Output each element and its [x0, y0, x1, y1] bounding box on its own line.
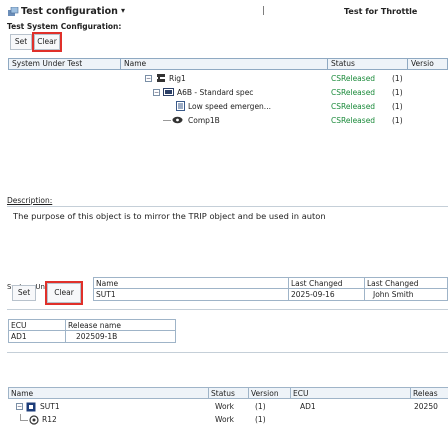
column-header-version[interactable]: Versio — [408, 58, 448, 70]
tree-row[interactable]: − Rig1 CSReleased (1) — [8, 72, 448, 85]
sut-set-button[interactable]: Set — [12, 285, 36, 301]
column-header-system-under-test[interactable]: System Under Test — [8, 58, 121, 70]
row-version: (1) — [255, 402, 266, 411]
table-row[interactable]: − SUT1 Work (1) AD1 20250 — [8, 401, 448, 413]
row-name: R12 — [42, 415, 57, 424]
tree-row[interactable]: Low speed emergen... CSReleased (1) — [8, 100, 448, 113]
sut-name-cell[interactable]: SUT1 — [93, 289, 289, 301]
ecu-rule — [7, 352, 448, 353]
bottom-table: Name Status Version ECU Releas − SUT1 Wo… — [8, 387, 448, 437]
app-header: Test configuration ▾ | Test for Throttle — [8, 6, 444, 20]
header-divider: | — [262, 6, 266, 16]
sut-user-cell: John Smith — [365, 289, 448, 301]
rig-icon — [156, 73, 166, 85]
column-header-release[interactable]: Releas — [411, 387, 448, 399]
description-label: Description: — [7, 196, 53, 205]
row-name: Comp1B — [188, 116, 220, 125]
sut-table: Name Last Changed Last Changed SUT1 2025… — [93, 277, 448, 305]
collapse-toggle[interactable]: − — [16, 403, 23, 410]
row-status: CSReleased — [331, 116, 376, 125]
table-row[interactable]: R12 Work (1) — [8, 414, 448, 426]
tree-connector — [20, 420, 28, 421]
column-header-ecu[interactable]: ECU — [8, 319, 66, 331]
row-version: (1) — [392, 102, 403, 111]
row-release: 20250 — [414, 402, 438, 411]
column-header-last-changed[interactable]: Last Changed — [289, 277, 365, 289]
row-ecu: AD1 — [300, 402, 316, 411]
column-header-last-changed-by[interactable]: Last Changed — [365, 277, 448, 289]
column-header-name[interactable]: Name — [121, 58, 328, 70]
system-config-clear-button[interactable]: Clear — [32, 32, 62, 52]
row-status: CSReleased — [331, 88, 376, 97]
collapse-toggle[interactable]: − — [145, 75, 152, 82]
collapse-toggle[interactable]: − — [153, 89, 160, 96]
system-config-set-button[interactable]: Set — [10, 34, 32, 50]
release-cell: 202509-1B — [66, 331, 176, 343]
row-name: Low speed emergen... — [188, 102, 271, 111]
column-header-name[interactable]: Name — [93, 277, 289, 289]
row-version: (1) — [392, 116, 403, 125]
description-text: The purpose of this object is to mirror … — [13, 211, 326, 221]
sut-clear-button[interactable]: Clear — [45, 281, 83, 305]
row-name: Rig1 — [169, 74, 186, 83]
row-version: (1) — [255, 415, 266, 424]
tree-connector — [163, 120, 171, 121]
column-header-status[interactable]: Status — [328, 58, 408, 70]
column-header-name[interactable]: Name — [8, 387, 209, 399]
row-status: Work — [215, 402, 234, 411]
tree-row[interactable]: Comp1B CSReleased (1) — [8, 114, 448, 127]
row-version: (1) — [392, 74, 403, 83]
column-header-release-name[interactable]: Release name — [66, 319, 176, 331]
tree-table: System Under Test Name Status Versio − R… — [8, 58, 448, 188]
sut-date-cell: 2025-09-16 — [289, 289, 365, 301]
column-header-version[interactable]: Version — [249, 387, 291, 399]
row-name: SUT1 — [40, 402, 60, 411]
ecu-cell[interactable]: AD1 — [8, 331, 66, 343]
gear-icon — [29, 415, 39, 427]
row-status: Work — [215, 415, 234, 424]
tree-row[interactable]: − A6B - Standard spec CSReleased (1) — [8, 86, 448, 99]
column-header-status[interactable]: Status — [209, 387, 249, 399]
chevron-down-icon[interactable]: ▾ — [121, 6, 125, 15]
component-icon — [172, 116, 183, 126]
description-rule — [7, 206, 448, 207]
system-config-label: Test System Configuration: — [7, 22, 122, 31]
right-title: Test for Throttle — [344, 7, 418, 16]
spec-icon — [163, 88, 174, 98]
test-configuration-icon — [8, 6, 19, 19]
column-header-ecu[interactable]: ECU — [291, 387, 411, 399]
ecu-table: ECU Release name AD1 202509-1B — [8, 319, 176, 345]
row-version: (1) — [392, 88, 403, 97]
row-status: CSReleased — [331, 74, 376, 83]
page-title[interactable]: Test configuration — [21, 6, 118, 17]
document-icon — [176, 101, 185, 113]
row-name: A6B - Standard spec — [177, 88, 254, 97]
sut-icon — [26, 402, 36, 414]
sut-rule — [7, 309, 448, 310]
row-status: CSReleased — [331, 102, 376, 111]
